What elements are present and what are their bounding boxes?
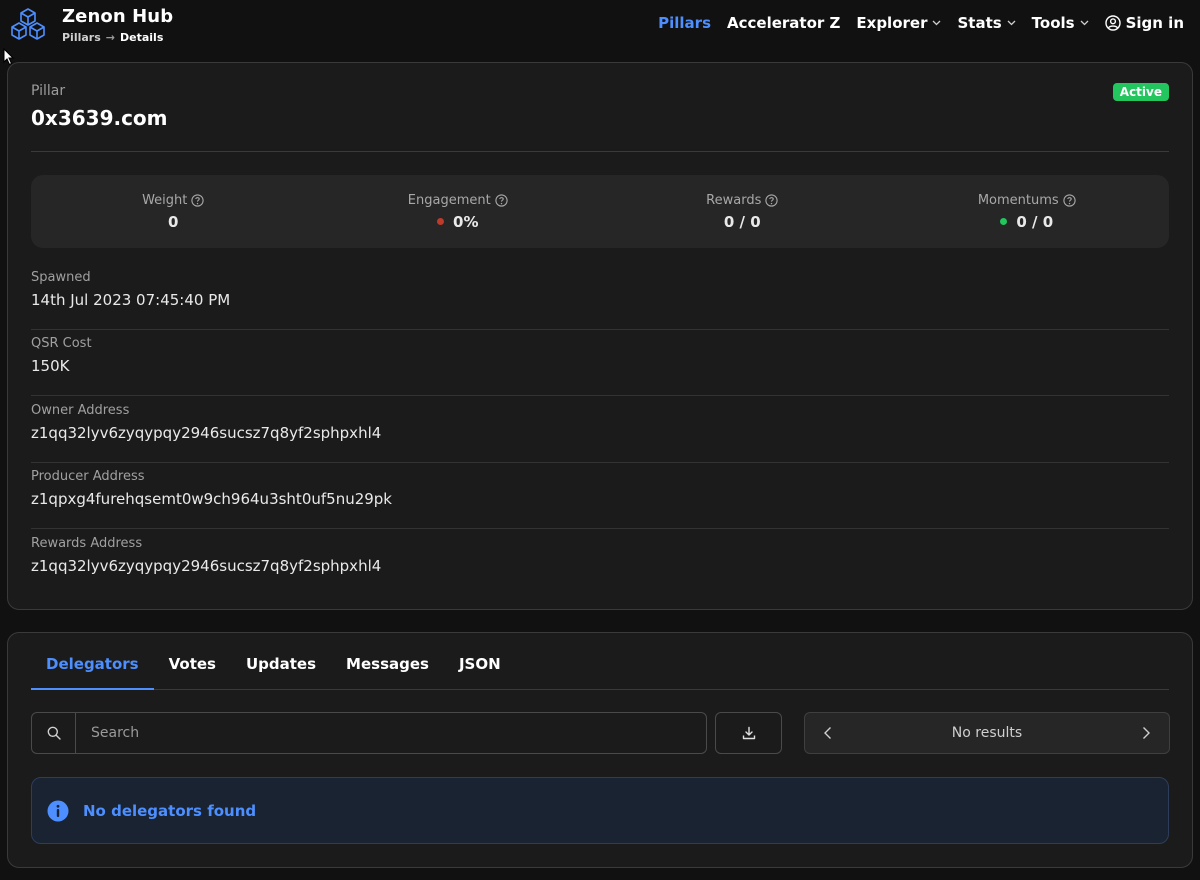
chevron-down-icon <box>933 20 941 26</box>
chevron-right-icon[interactable] <box>1142 726 1151 740</box>
download-icon <box>742 726 755 740</box>
stat-momentums-label-text: Momentums <box>977 192 1059 208</box>
breadcrumb-details: Details <box>120 31 164 44</box>
tab-messages[interactable]: Messages <box>331 653 444 690</box>
pagination: No results <box>804 712 1170 754</box>
stat-engagement-value-text: 0% <box>453 212 479 231</box>
field-rewards-address-label: Rewards Address <box>31 536 143 551</box>
tab-updates[interactable]: Updates <box>231 653 331 690</box>
nav-tools-label: Tools <box>1031 14 1075 32</box>
tab-delegators[interactable]: Delegators <box>31 653 154 690</box>
search-button[interactable] <box>32 713 76 753</box>
nav-accelerator[interactable]: Accelerator Z <box>727 14 840 32</box>
stat-momentums: Momentums 0 / 0 <box>885 175 1170 248</box>
nav-explorer-label: Explorer <box>856 14 928 32</box>
nav-explorer[interactable]: Explorer <box>856 14 941 32</box>
stat-engagement-label: Engagement <box>408 193 508 208</box>
nav-sign-in-label: Sign in <box>1125 14 1184 32</box>
field-qsr-cost-label: QSR Cost <box>31 336 92 351</box>
help-circle-icon[interactable] <box>765 193 778 207</box>
field-owner-address: Owner Address z1qq32lyv6zyqypqy2946sucsz… <box>31 397 1169 463</box>
pillar-stats: Weight 0 Engagement 0% Rewards 0 / 0 Mom… <box>31 175 1169 248</box>
stat-engagement-value: 0% <box>437 213 478 231</box>
alert-message: No delegators found <box>83 801 257 820</box>
top-header: Zenon Hub Pillars → Details Pillars Acce… <box>0 0 1200 52</box>
field-producer-address: Producer Address z1qpxg4furehqsemt0w9ch9… <box>31 463 1169 529</box>
stat-weight-label: Weight <box>142 192 205 208</box>
engagement-status-dot <box>437 218 445 225</box>
stat-momentums-value: 0 / 0 <box>1000 213 1053 231</box>
pillar-details-card: Pillar 0x3639.com Active Weight 0 Engage… <box>7 62 1193 610</box>
main-nav: Pillars Accelerator Z Explorer Stats Too… <box>658 14 1184 32</box>
field-qsr-cost-value: 150K <box>31 357 70 375</box>
pagination-status: No results <box>951 725 1023 741</box>
divider <box>31 151 1169 152</box>
nav-pillars[interactable]: Pillars <box>658 14 711 32</box>
stat-weight-label-text: Weight <box>142 192 188 208</box>
download-button[interactable] <box>715 712 782 754</box>
field-producer-address-label: Producer Address <box>31 469 145 484</box>
breadcrumb-pillars[interactable]: Pillars <box>62 31 101 44</box>
pillar-label: Pillar <box>31 83 66 99</box>
nav-sign-in[interactable]: Sign in <box>1104 14 1184 32</box>
chevron-down-icon <box>1080 20 1089 26</box>
empty-state-alert: No delegators found <box>31 777 1169 844</box>
field-rewards-address: Rewards Address z1qq32lyv6zyqypqy2946suc… <box>31 530 1169 596</box>
stat-momentums-label: Momentums <box>978 193 1076 208</box>
nav-pillars-label: Pillars <box>658 14 712 32</box>
help-circle-icon[interactable] <box>191 193 205 207</box>
nav-stats-label: Stats <box>957 14 1002 32</box>
search-group <box>31 712 707 754</box>
rewards-address-link[interactable]: z1qq32lyv6zyqypqy2946sucsz7q8yf2sphpxhl4 <box>31 557 381 575</box>
tab-bar: Delegators Votes Updates Messages JSON <box>31 653 1169 690</box>
field-owner-address-label: Owner Address <box>31 403 130 418</box>
stat-weight: Weight 0 <box>31 175 316 248</box>
nav-stats[interactable]: Stats <box>957 14 1016 32</box>
brand-name[interactable]: Zenon Hub <box>62 6 173 27</box>
tab-json[interactable]: JSON <box>444 653 516 690</box>
owner-address-link[interactable]: z1qq32lyv6zyqypqy2946sucsz7q8yf2sphpxhl4 <box>31 424 381 442</box>
help-circle-icon[interactable] <box>1063 193 1076 207</box>
stat-rewards-label-text: Rewards <box>706 192 762 208</box>
stat-weight-value: 0 <box>168 212 179 231</box>
status-badge: Active <box>1112 83 1169 101</box>
stat-rewards-value: 0 / 0 <box>723 212 761 231</box>
pillar-tabs-card: Delegators Votes Updates Messages JSON N… <box>7 632 1193 868</box>
breadcrumb: Pillars → Details <box>62 31 163 44</box>
search-icon <box>47 726 61 740</box>
chevron-down-icon <box>1007 20 1016 26</box>
user-circle-icon <box>1104 15 1121 31</box>
nav-accelerator-label: Accelerator Z <box>727 14 841 32</box>
info-icon <box>47 800 69 821</box>
tab-votes[interactable]: Votes <box>154 653 231 690</box>
pillar-name: 0x3639.com <box>31 106 168 130</box>
stat-momentums-value-text: 0 / 0 <box>1016 212 1054 231</box>
momentums-status-dot <box>1000 218 1008 225</box>
nav-tools[interactable]: Tools <box>1032 14 1089 32</box>
field-spawned: Spawned 14th Jul 2023 07:45:40 PM <box>31 264 1169 330</box>
producer-address-link[interactable]: z1qpxg4furehqsemt0w9ch964u3sht0uf5nu29pk <box>31 490 392 508</box>
stat-rewards: Rewards 0 / 0 <box>600 175 885 248</box>
help-circle-icon[interactable] <box>495 193 508 207</box>
stat-rewards-label: Rewards <box>706 193 778 208</box>
stat-engagement-label-text: Engagement <box>407 192 491 208</box>
stat-engagement: Engagement 0% <box>316 175 601 248</box>
breadcrumb-arrow-icon: → <box>105 31 115 44</box>
search-input[interactable] <box>76 713 706 753</box>
field-spawned-label: Spawned <box>31 270 91 285</box>
chevron-left-icon[interactable] <box>823 726 832 740</box>
cube-logo-icon[interactable] <box>8 6 48 46</box>
field-spawned-value: 14th Jul 2023 07:45:40 PM <box>31 291 231 309</box>
field-qsr-cost: QSR Cost 150K <box>31 330 1169 396</box>
